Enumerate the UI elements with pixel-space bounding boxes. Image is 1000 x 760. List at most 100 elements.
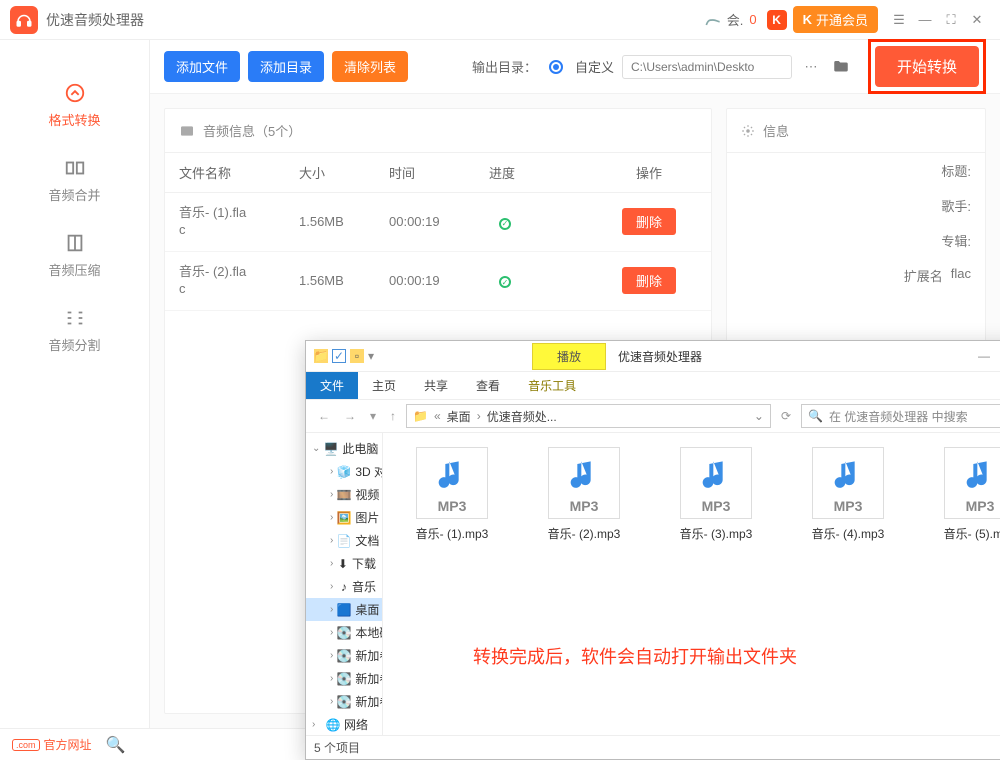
col-name: 文件名称 — [179, 163, 299, 182]
tree-item[interactable]: ›💽新加卷 (F:) — [306, 667, 382, 690]
mp3-file-icon: MP3 — [416, 447, 488, 519]
tree-item[interactable]: ›💽新加卷 (E:) — [306, 644, 382, 667]
tree-twisty-icon[interactable]: › — [330, 466, 333, 477]
nav-recent-icon[interactable]: ▾ — [366, 409, 380, 423]
tree-3d-icon: 🧊 — [337, 465, 351, 479]
sidebar-item-split[interactable]: 音频分割 — [0, 293, 149, 368]
ribbon-home[interactable]: 主页 — [358, 372, 410, 399]
tree-twisty-icon[interactable]: › — [312, 719, 322, 730]
tree-twisty-icon[interactable]: ⌄ — [312, 443, 320, 454]
cell-progress: ✓ — [489, 273, 609, 289]
close-icon[interactable]: ✕ — [964, 7, 990, 33]
menu-icon[interactable]: ☰ — [886, 7, 912, 33]
info-ext-label: 扩展名 — [893, 266, 943, 285]
search-footer-icon[interactable]: 🔍 — [106, 735, 126, 755]
tree-item[interactable]: ›💽本地磁盘 (C:) — [306, 621, 382, 644]
ribbon-view[interactable]: 查看 — [462, 372, 514, 399]
tree-twisty-icon[interactable]: › — [330, 604, 333, 615]
tree-twisty-icon[interactable]: › — [330, 489, 333, 500]
start-convert-button[interactable]: 开始转换 — [875, 46, 979, 87]
explorer-qat-icon[interactable]: ▫ — [350, 349, 364, 363]
explorer-qat-arrow[interactable]: ▾ — [368, 349, 374, 363]
user-name: 会. — [727, 10, 744, 29]
add-dir-button[interactable]: 添加目录 — [248, 51, 324, 82]
site-label: 官方网址 — [44, 736, 92, 753]
start-highlight: 开始转换 — [868, 39, 986, 94]
explorer-minimize-icon[interactable]: — — [971, 343, 997, 369]
cell-time: 00:00:19 — [389, 273, 489, 288]
list-header: 音频信息（5个） — [165, 109, 711, 153]
tree-twisty-icon[interactable]: › — [330, 512, 333, 523]
tree-twisty-icon[interactable]: › — [330, 673, 333, 684]
app-logo — [10, 6, 38, 34]
file-item[interactable]: MP3 音乐- (2).mp3 — [529, 447, 639, 542]
tree-twisty-icon[interactable]: › — [330, 581, 336, 592]
nav-back-icon[interactable]: ← — [314, 409, 334, 423]
address-folder-icon: 📁 — [413, 409, 428, 423]
breadcrumb-seg[interactable]: 桌面 — [447, 408, 471, 425]
tree-item[interactable]: ›🎞️视频 — [306, 483, 382, 506]
tree-item[interactable]: ›🧊3D 对象 — [306, 460, 382, 483]
refresh-icon[interactable]: ⟳ — [777, 409, 795, 423]
tree-item[interactable]: ›💽新加卷 (G:) — [306, 690, 382, 713]
file-name: 音乐- (1).mp3 — [416, 525, 489, 542]
sidebar-label: 音频分割 — [48, 335, 100, 354]
titlebar: 优速音频处理器 会. 0 K K 开通会员 ☰ — ⛶ ✕ — [0, 0, 1000, 40]
nav-up-icon[interactable]: ↑ — [386, 409, 400, 423]
add-file-button[interactable]: 添加文件 — [164, 51, 240, 82]
ribbon-share[interactable]: 共享 — [410, 372, 462, 399]
explorer-search[interactable]: 🔍 在 优速音频处理器 中搜索 — [801, 404, 1000, 428]
official-site-link[interactable]: .com 官方网址 — [12, 736, 92, 753]
clear-list-button[interactable]: 清除列表 — [332, 51, 408, 82]
table-row[interactable]: 音乐- (2).flac 1.56MB 00:00:19 ✓ 删除 — [165, 252, 711, 311]
tree-mus-icon: ♪ — [340, 580, 348, 594]
table-row[interactable]: 音乐- (1).flac 1.56MB 00:00:19 ✓ 删除 — [165, 193, 711, 252]
breadcrumb-seg[interactable]: 优速音频处... — [487, 408, 557, 425]
address-box[interactable]: 📁 « 桌面 › 优速音频处... ⌄ — [406, 404, 771, 428]
file-item[interactable]: MP3 音乐- (5).mp3 — [925, 447, 1000, 542]
sidebar-label: 格式转换 — [48, 110, 100, 129]
output-radio[interactable] — [549, 60, 563, 74]
main-area: 添加文件 添加目录 清除列表 输出目录： 自定义 ⋯ 开始转换 音频信息（5个）… — [150, 40, 1000, 728]
file-item[interactable]: MP3 音乐- (3).mp3 — [661, 447, 771, 542]
file-name: 音乐- (4).mp3 — [812, 525, 885, 542]
tree-item[interactable]: ›🖼️图片 — [306, 506, 382, 529]
tree-twisty-icon[interactable]: › — [330, 535, 333, 546]
file-name: 音乐- (5).mp3 — [944, 525, 1000, 542]
fullscreen-icon[interactable]: ⛶ — [938, 7, 964, 33]
output-path-input[interactable] — [622, 55, 792, 79]
tree-item[interactable]: ⌄🖥️此电脑 — [306, 437, 382, 460]
tree-twisty-icon[interactable]: › — [330, 696, 333, 707]
sidebar-item-format[interactable]: 格式转换 — [0, 68, 149, 143]
tree-twisty-icon[interactable]: › — [330, 558, 334, 569]
ribbon-file[interactable]: 文件 — [306, 372, 358, 399]
explorer-tree: ⌄🖥️此电脑›🧊3D 对象›🎞️视频›🖼️图片›📄文档›⬇下载›♪音乐›🟦桌面›… — [306, 433, 383, 735]
tree-twisty-icon[interactable]: › — [330, 650, 333, 661]
delete-button[interactable]: 删除 — [622, 267, 676, 294]
col-size: 大小 — [299, 163, 389, 182]
nav-fwd-icon[interactable]: → — [340, 409, 360, 423]
tree-item[interactable]: ›🌐网络 — [306, 713, 382, 735]
tree-item[interactable]: ›♪音乐 — [306, 575, 382, 598]
tree-item[interactable]: ›📄文档 — [306, 529, 382, 552]
explorer-play-tab[interactable]: 播放 — [532, 343, 606, 370]
vip-button[interactable]: K 开通会员 — [793, 6, 878, 33]
tree-item[interactable]: ›⬇下载 — [306, 552, 382, 575]
user-info[interactable]: 会. — [703, 10, 744, 30]
explorer-files: MP3 音乐- (1).mp3 MP3 音乐- (2).mp3 MP3 音乐- … — [383, 433, 1000, 735]
ribbon-tool[interactable]: 音乐工具 — [514, 372, 590, 399]
more-icon[interactable]: ⋯ — [800, 56, 822, 78]
sidebar-item-merge[interactable]: 音频合并 — [0, 143, 149, 218]
folder-icon[interactable] — [830, 56, 852, 78]
tree-desk-icon: 🟦 — [337, 603, 351, 617]
search-placeholder: 在 优速音频处理器 中搜索 — [829, 408, 968, 425]
file-item[interactable]: MP3 音乐- (1).mp3 — [397, 447, 507, 542]
delete-button[interactable]: 删除 — [622, 208, 676, 235]
sidebar-item-compress[interactable]: 音频压缩 — [0, 218, 149, 293]
minimize-icon[interactable]: — — [912, 7, 938, 33]
file-item[interactable]: MP3 音乐- (4).mp3 — [793, 447, 903, 542]
tree-label: 新加卷 (F:) — [355, 670, 383, 687]
explorer-check-icon[interactable]: ✓ — [332, 349, 346, 363]
tree-item[interactable]: ›🟦桌面 — [306, 598, 382, 621]
tree-twisty-icon[interactable]: › — [330, 627, 333, 638]
